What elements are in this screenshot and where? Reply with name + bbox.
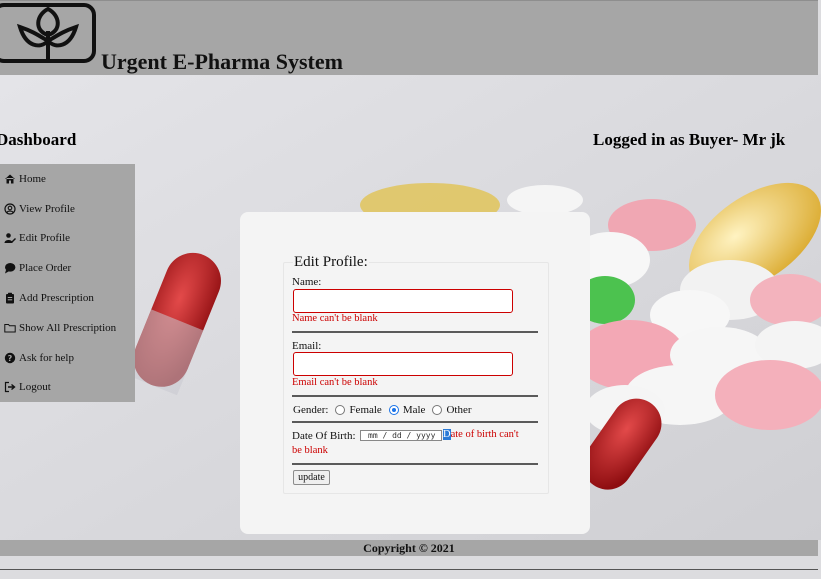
sidebar-item-label: Edit Profile (19, 232, 71, 245)
sidebar-item-label: Ask for help (19, 351, 74, 364)
gender-group: Gender: Female Male Other (293, 403, 471, 417)
dob-error: Date of birth can't (443, 429, 519, 440)
dob-error-text: ate of birth can't (450, 429, 519, 440)
divider (292, 331, 538, 333)
logout-icon (4, 381, 16, 393)
update-button[interactable]: update (293, 470, 330, 485)
folder-icon (4, 322, 16, 334)
sidebar-item-add-prescription[interactable]: Add Prescription (0, 283, 135, 313)
logged-in-status: Logged in as Buyer- Mr jk (593, 130, 786, 149)
caduceus-leaf-icon (0, 3, 96, 63)
sidebar-item-show-all-prescription[interactable]: Show All Prescription (0, 313, 135, 343)
clipboard-icon (4, 292, 16, 304)
footer-divider (0, 569, 818, 570)
gender-male-radio[interactable] (388, 405, 399, 415)
name-label: Name: (292, 276, 322, 288)
user-circle-icon (4, 203, 16, 215)
dob-placeholder: mm / dd / yyyy (368, 431, 436, 440)
gender-female-label: Female (349, 404, 382, 416)
sidebar-item-label: Add Prescription (19, 292, 94, 305)
question-circle-icon: ? (4, 352, 16, 364)
gender-male-label: Male (402, 404, 426, 416)
sidebar-item-label: View Profile (19, 202, 75, 215)
text-cursor-highlight: D (443, 429, 451, 440)
dob-label: Date Of Birth: (292, 430, 356, 442)
sidebar-nav: Home View Profile Edit Profile Place Ord… (0, 164, 135, 402)
sidebar-item-label: Place Order (19, 262, 72, 275)
edit-profile-legend: Edit Profile: (293, 254, 369, 271)
home-icon (4, 173, 16, 185)
sidebar-item-label: Home (19, 172, 46, 185)
site-title: Urgent E-Pharma System (101, 49, 343, 74)
gender-label: Gender: (293, 404, 329, 416)
site-footer: Copyright © 2021 (0, 540, 818, 556)
gender-other-label: Other (446, 404, 472, 416)
divider (292, 421, 538, 423)
email-error: Email can't be blank (292, 377, 378, 388)
copyright-text: Copyright © 2021 (363, 541, 455, 555)
dob-input[interactable]: mm / dd / yyyy (360, 430, 442, 441)
chat-bubble-icon (4, 262, 16, 274)
site-header: Urgent E-Pharma System (0, 0, 818, 75)
sidebar-item-label: Logout (19, 381, 51, 394)
sidebar-item-view-profile[interactable]: View Profile (0, 194, 135, 224)
divider (292, 395, 538, 397)
divider (292, 463, 538, 465)
dashboard-title: Dashboard (0, 130, 77, 149)
sidebar-item-place-order[interactable]: Place Order (0, 253, 135, 283)
email-input[interactable] (293, 352, 513, 376)
name-input[interactable] (293, 289, 513, 313)
dob-error-continued: be blank (292, 445, 328, 456)
user-edit-icon (4, 232, 16, 244)
sidebar-item-logout[interactable]: Logout (0, 373, 135, 403)
gender-other-radio[interactable] (432, 405, 443, 415)
sidebar-item-edit-profile[interactable]: Edit Profile (0, 224, 135, 254)
sidebar-item-home[interactable]: Home (0, 164, 135, 194)
svg-text:?: ? (8, 354, 13, 363)
name-error: Name can't be blank (292, 313, 378, 324)
sidebar-item-label: Show All Prescription (19, 321, 117, 334)
email-label: Email: (292, 340, 322, 352)
gender-female-radio[interactable] (335, 405, 346, 415)
sidebar-item-ask-for-help[interactable]: ? Ask for help (0, 343, 135, 373)
